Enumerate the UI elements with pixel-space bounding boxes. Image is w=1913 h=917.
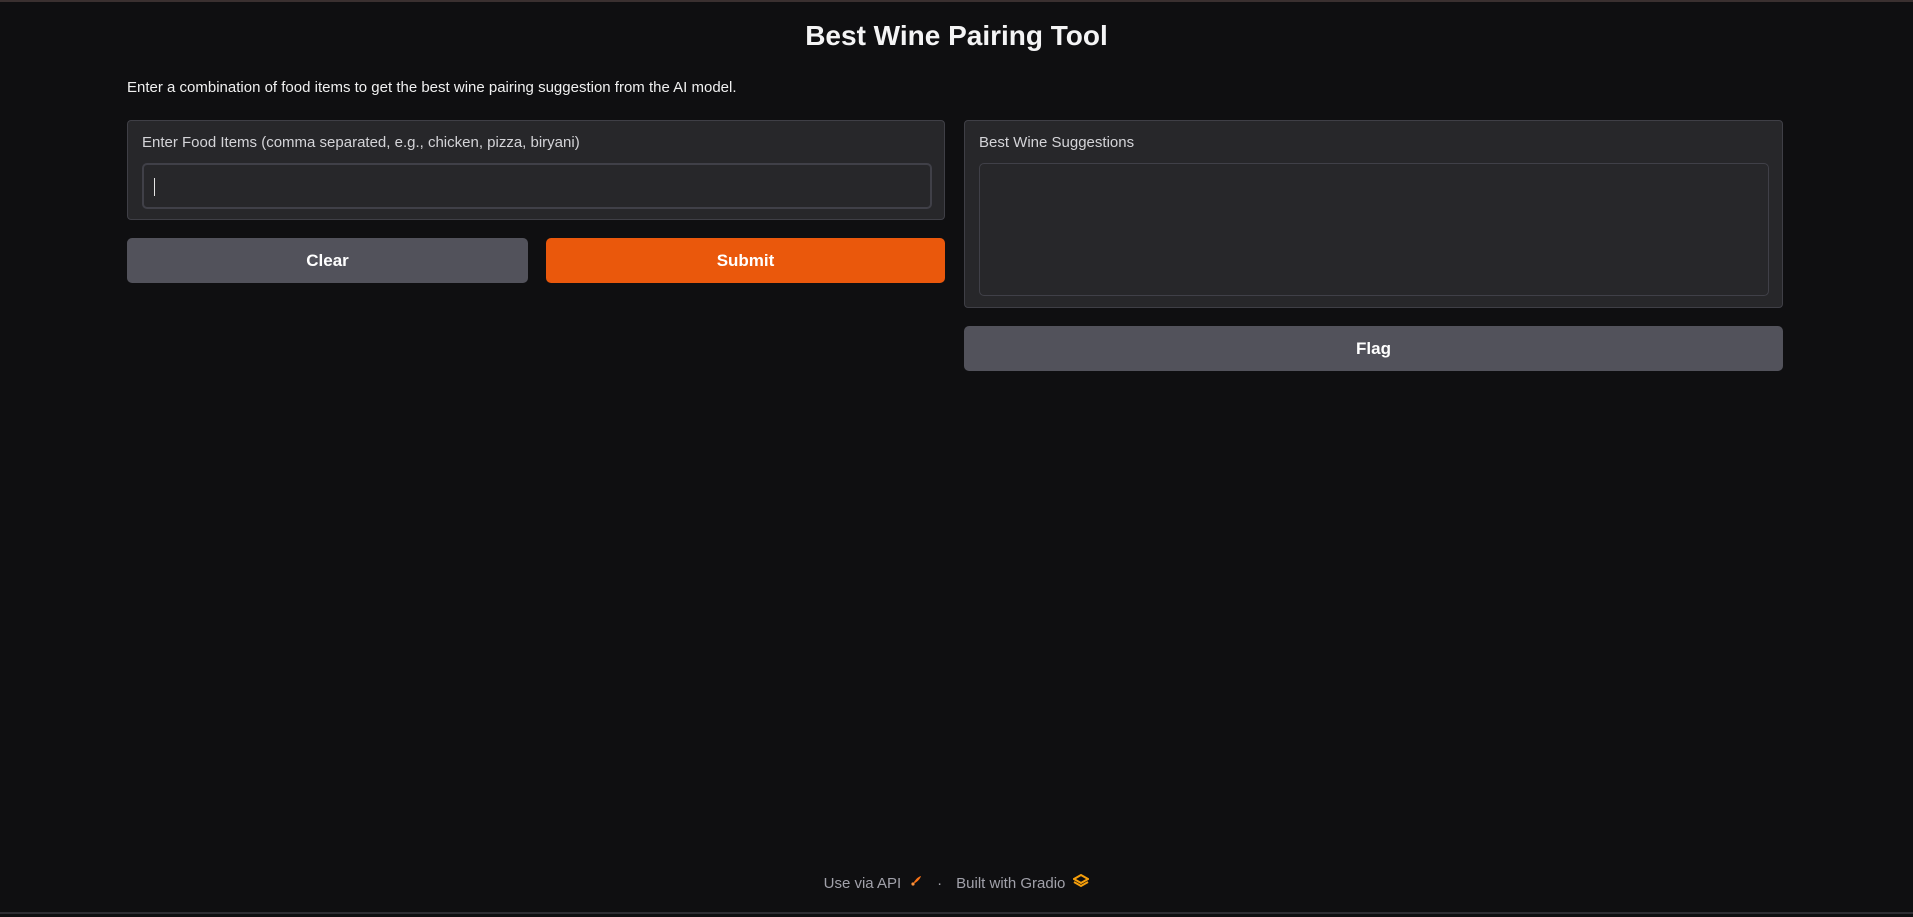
- top-border: [0, 0, 1913, 2]
- food-input-text[interactable]: [144, 165, 930, 207]
- bottom-border: [0, 912, 1913, 914]
- submit-button[interactable]: Submit: [546, 238, 945, 283]
- food-input[interactable]: [142, 163, 932, 209]
- rocket-icon: [909, 874, 923, 892]
- footer-separator: ·: [937, 874, 943, 892]
- page-title: Best Wine Pairing Tool: [805, 20, 1108, 51]
- page-description: Enter a combination of food items to get…: [127, 79, 737, 96]
- wine-output-panel: Best Wine Suggestions: [964, 120, 1783, 308]
- clear-button[interactable]: Clear: [127, 238, 528, 283]
- built-with-gradio-link[interactable]: Built with Gradio: [956, 875, 1065, 892]
- wine-output-textarea[interactable]: [979, 163, 1769, 296]
- text-caret: [154, 178, 155, 196]
- food-input-panel: Enter Food Items (comma separated, e.g.,…: [127, 120, 945, 220]
- food-input-label: Enter Food Items (comma separated, e.g.,…: [142, 134, 580, 151]
- gradio-logo-icon: [1072, 873, 1091, 892]
- footer: Use via API · Built with Gradio: [0, 873, 1913, 892]
- use-via-api-link[interactable]: Use via API: [824, 875, 902, 892]
- wine-output-label: Best Wine Suggestions: [979, 134, 1135, 151]
- flag-button[interactable]: Flag: [964, 326, 1783, 371]
